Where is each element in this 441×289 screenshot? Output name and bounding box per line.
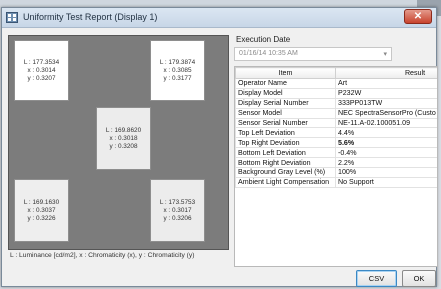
- uniformity-grid: L : 177.3534 x : 0.3014 y : 0.3207 L : 1…: [8, 35, 229, 250]
- chromaticity-y-value: y : 0.3208: [109, 142, 138, 150]
- chromaticity-x-value: x : 0.3037: [27, 206, 56, 214]
- table-row[interactable]: Ambient Light Compensation No Support: [235, 176, 437, 188]
- grid-cell-top-right: L : 179.3874 x : 0.3085 y : 0.3177: [150, 40, 205, 101]
- results-table: Item Result Operator Name Art Display Mod…: [234, 66, 438, 267]
- chromaticity-x-value: x : 0.3014: [27, 66, 56, 74]
- table-cell-item: Bottom Left Deviation: [235, 147, 336, 159]
- table-cell-result: Art: [335, 78, 437, 89]
- table-cell-item: Top Left Deviation: [235, 127, 336, 139]
- chromaticity-x-value: x : 0.3017: [163, 206, 192, 214]
- execution-date-select[interactable]: 01/16/14 10:35 AM ▾: [234, 47, 392, 61]
- table-cell-result: 4.4%: [335, 127, 437, 139]
- grid-cell-center: L : 169.8620 x : 0.3018 y : 0.3208: [96, 107, 151, 170]
- table-cell-result: NE-11.A-02.100051.09: [335, 117, 437, 129]
- table-cell-result: 5.6%: [335, 137, 437, 149]
- table-cell-item: Bottom Right Deviation: [235, 157, 336, 169]
- table-cell-item: Sensor Serial Number: [235, 117, 336, 129]
- luminance-value: L : 173.5753: [159, 198, 196, 206]
- table-cell-item: Display Model: [235, 87, 336, 99]
- table-row[interactable]: Sensor Serial Number NE-11.A-02.100051.09: [235, 117, 437, 129]
- chevron-down-icon: ▾: [383, 51, 387, 58]
- chromaticity-x-value: x : 0.3085: [163, 66, 192, 74]
- report-app-icon: [6, 12, 18, 23]
- table-cell-item: Display Serial Number: [235, 97, 336, 109]
- luminance-value: L : 169.1630: [23, 198, 60, 206]
- table-cell-result: No Support: [335, 176, 437, 188]
- table-row[interactable]: Bottom Right Deviation 2.2%: [235, 157, 437, 169]
- table-row[interactable]: Display Model P232W: [235, 87, 437, 99]
- table-row[interactable]: Background Gray Level (%) 100%: [235, 167, 437, 178]
- table-cell-result: NEC SpectraSensorPro (Custo: [335, 107, 437, 119]
- close-button[interactable]: ✕: [404, 9, 432, 24]
- table-cell-item: Operator Name: [235, 78, 336, 89]
- window-title: Uniformity Test Report (Display 1): [23, 12, 158, 22]
- column-header-result[interactable]: Result: [335, 67, 437, 79]
- execution-date-value: 01/16/14 10:35 AM: [239, 50, 298, 57]
- chromaticity-y-value: y : 0.3177: [163, 74, 192, 82]
- chromaticity-y-value: y : 0.3207: [27, 74, 56, 82]
- ok-button[interactable]: OK: [402, 270, 436, 287]
- chromaticity-x-value: x : 0.3018: [109, 134, 138, 142]
- table-row[interactable]: Display Serial Number 333PP013TW: [235, 97, 437, 109]
- table-row[interactable]: Sensor Model NEC SpectraSensorPro (Custo: [235, 107, 437, 119]
- table-cell-result: 333PP013TW: [335, 97, 437, 109]
- table-row[interactable]: Top Right Deviation 5.6%: [235, 137, 437, 149]
- csv-export-button[interactable]: CSV Export: [356, 270, 397, 287]
- close-icon: ✕: [413, 11, 423, 22]
- luminance-value: L : 177.3534: [23, 58, 60, 66]
- luminance-value: L : 169.8620: [105, 126, 142, 134]
- title-bar[interactable]: Uniformity Test Report (Display 1) ✕: [2, 8, 436, 28]
- table-row[interactable]: Bottom Left Deviation -0.4%: [235, 147, 437, 159]
- grid-cell-bottom-right: L : 173.5753 x : 0.3017 y : 0.3206: [150, 179, 205, 242]
- chromaticity-y-value: y : 0.3206: [163, 214, 192, 222]
- grid-cell-bottom-left: L : 169.1630 x : 0.3037 y : 0.3226: [14, 179, 69, 242]
- table-cell-result: P232W: [335, 87, 437, 99]
- table-cell-item: Ambient Light Compensation: [235, 176, 336, 188]
- grid-cell-top-left: L : 177.3534 x : 0.3014 y : 0.3207: [14, 40, 69, 101]
- luminance-value: L : 179.3874: [159, 58, 196, 66]
- report-window: Uniformity Test Report (Display 1) ✕ L :…: [1, 7, 438, 287]
- table-cell-item: Background Gray Level (%): [235, 167, 336, 178]
- table-cell-result: -0.4%: [335, 147, 437, 159]
- column-header-item[interactable]: Item: [235, 67, 336, 79]
- table-cell-item: Sensor Model: [235, 107, 336, 119]
- execution-date-label: Execution Date: [236, 35, 291, 44]
- grid-legend: L : Luminance [cd/m2], x : Chromaticity …: [10, 252, 195, 259]
- table-row[interactable]: Operator Name Art: [235, 78, 437, 89]
- table-row[interactable]: Top Left Deviation 4.4%: [235, 127, 437, 139]
- table-cell-result: 2.2%: [335, 157, 437, 169]
- table-cell-result: 100%: [335, 167, 437, 178]
- table-cell-item: Top Right Deviation: [235, 137, 336, 149]
- table-header-row: Item Result: [235, 67, 437, 79]
- chromaticity-y-value: y : 0.3226: [27, 214, 56, 222]
